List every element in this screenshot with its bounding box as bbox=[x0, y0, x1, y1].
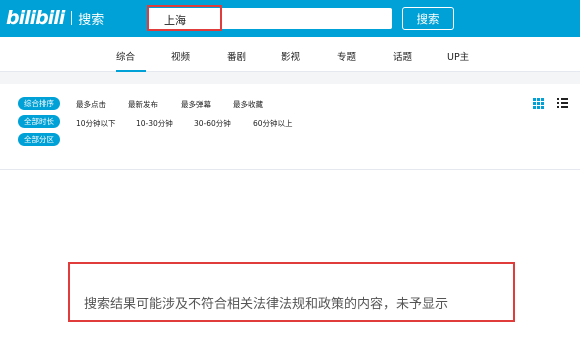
order-option-danmaku[interactable]: 最多弹幕 bbox=[181, 99, 211, 110]
search-tabs: 综合 视频 番剧 影视 专题 话题 UP主 bbox=[0, 37, 580, 72]
order-option-newest[interactable]: 最新发布 bbox=[128, 99, 158, 110]
logo-divider bbox=[71, 11, 73, 25]
tab-video[interactable]: 视频 bbox=[171, 49, 190, 63]
order-option-clicks[interactable]: 最多点击 bbox=[76, 99, 106, 110]
duration-option-under-10[interactable]: 10分钟以下 bbox=[76, 118, 116, 129]
top-bar: bilibili 搜索 上海 搜索 bbox=[0, 0, 580, 37]
tab-bangumi[interactable]: 番剧 bbox=[227, 49, 246, 63]
notice-highlight-box bbox=[68, 262, 515, 322]
filtered-results-notice: 搜索结果可能涉及不符合相关法律法规和政策的内容，未予显示 bbox=[84, 297, 449, 312]
tab-movie[interactable]: 影视 bbox=[281, 49, 300, 63]
duration-filter-pill[interactable]: 全部时长 bbox=[18, 115, 60, 128]
logo-mark: bilibili bbox=[6, 7, 65, 29]
duration-option-over-60[interactable]: 60分钟以上 bbox=[253, 118, 293, 129]
order-filter-pill[interactable]: 综合排序 bbox=[18, 97, 60, 110]
search-button[interactable]: 搜索 bbox=[402, 7, 454, 30]
order-option-favorites[interactable]: 最多收藏 bbox=[233, 99, 263, 110]
logo-text: 搜索 bbox=[78, 12, 105, 28]
grid-view-icon[interactable] bbox=[533, 98, 544, 109]
tab-special[interactable]: 专题 bbox=[337, 49, 356, 63]
search-highlight-box bbox=[147, 5, 222, 31]
duration-option-30-60[interactable]: 30-60分钟 bbox=[194, 118, 231, 129]
tab-all[interactable]: 综合 bbox=[116, 49, 135, 63]
list-view-icon[interactable] bbox=[557, 98, 568, 109]
tab-topic[interactable]: 话题 bbox=[393, 49, 412, 63]
section-divider bbox=[0, 72, 580, 84]
duration-option-10-30[interactable]: 10-30分钟 bbox=[136, 118, 173, 129]
tab-uploader[interactable]: UP主 bbox=[447, 49, 469, 63]
zone-filter-pill[interactable]: 全部分区 bbox=[18, 133, 60, 146]
bilibili-logo[interactable]: bilibili 搜索 bbox=[6, 5, 104, 31]
